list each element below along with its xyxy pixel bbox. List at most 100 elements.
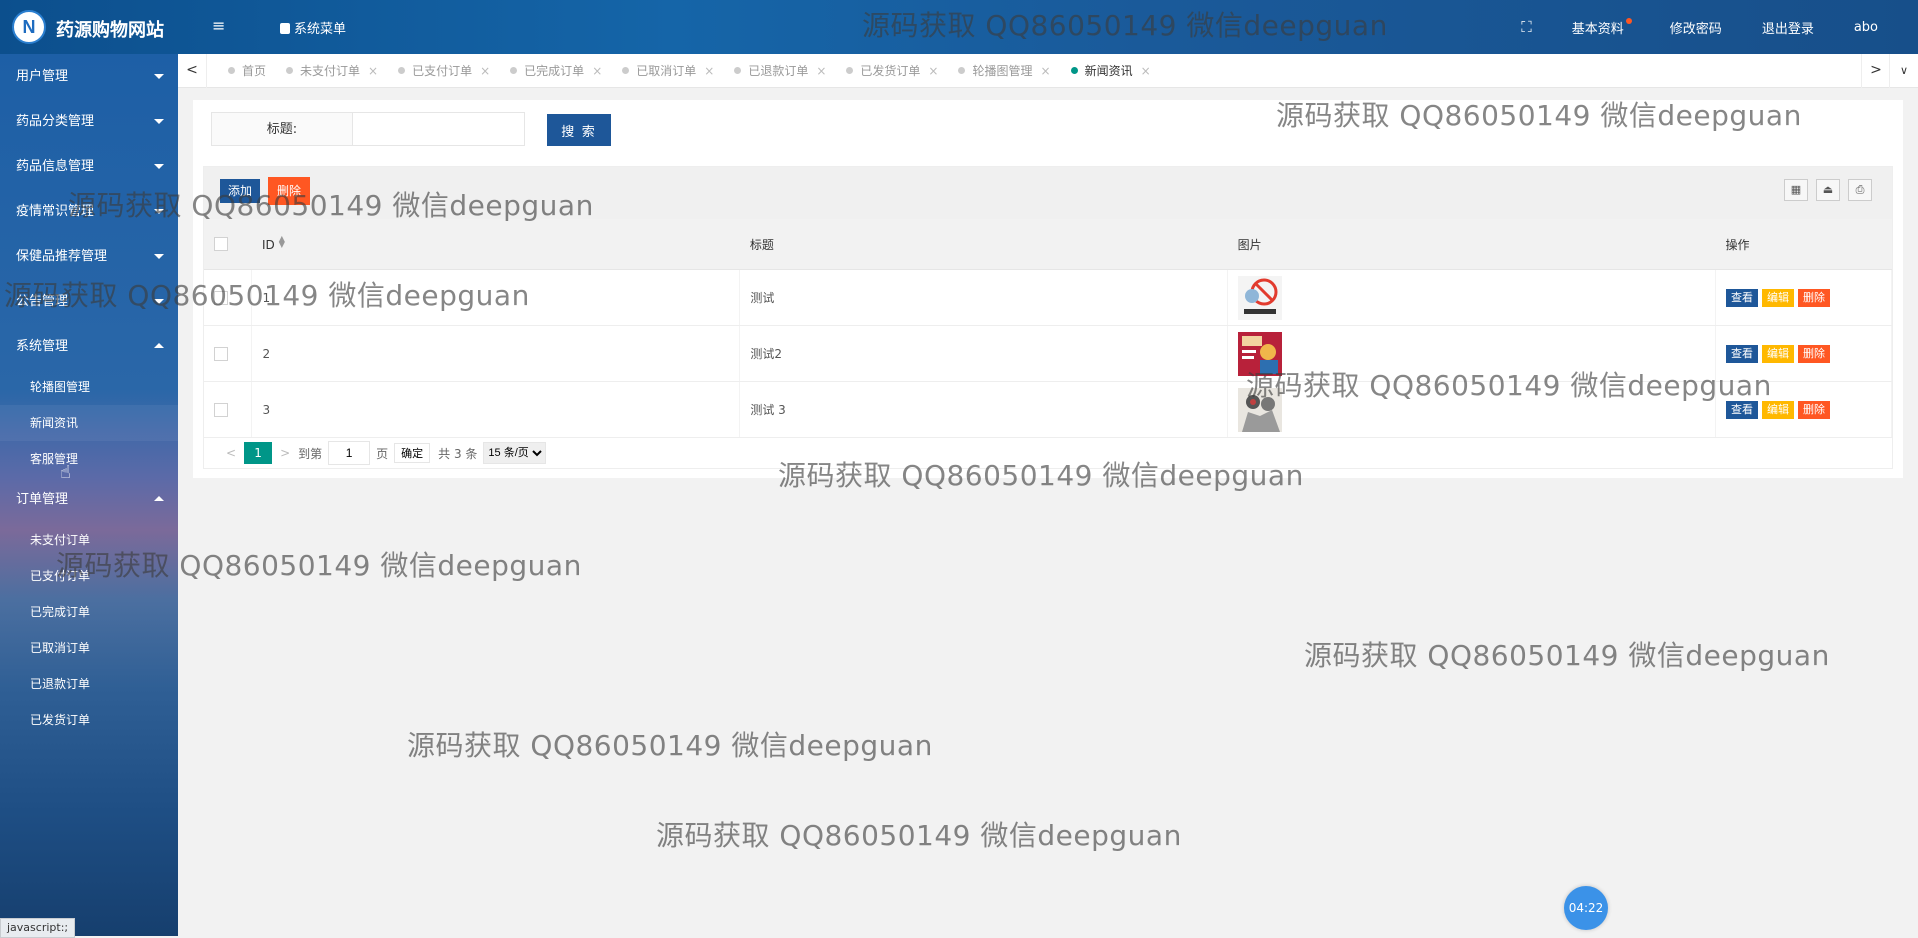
sidebar-item-system[interactable]: 系统管理 bbox=[0, 324, 178, 369]
username-label[interactable]: abo bbox=[1834, 20, 1918, 35]
table-header-row: ID ▲ ▼ 标题 图片 操作 bbox=[204, 219, 1892, 270]
tab-dot bbox=[510, 67, 518, 74]
timer-badge[interactable]: 04:22 bbox=[1564, 886, 1608, 930]
sidebar-item-unpaid-orders[interactable]: 未支付订单 bbox=[0, 522, 178, 558]
column-header-title: 标题 bbox=[739, 219, 1228, 270]
logo-icon: N bbox=[12, 10, 46, 44]
prev-page-icon[interactable]: < bbox=[226, 446, 236, 460]
tab-dot bbox=[958, 67, 966, 74]
chevron-down-icon bbox=[154, 164, 164, 169]
close-icon[interactable]: × bbox=[368, 64, 378, 78]
sidebar-item-drug-categories[interactable]: 药品分类管理 bbox=[0, 99, 178, 144]
row-select-cell bbox=[204, 269, 253, 326]
page-size-select[interactable]: 15 条/页 bbox=[483, 442, 547, 464]
current-page-button[interactable]: 1 bbox=[244, 442, 273, 464]
tab-shipped-orders[interactable]: 已发货订单 × bbox=[836, 54, 948, 88]
columns-icon[interactable]: ▦ bbox=[1784, 179, 1808, 201]
row-checkbox[interactable] bbox=[214, 290, 228, 305]
system-menu-button[interactable]: 系统菜单 bbox=[280, 18, 346, 37]
sidebar-item-paid-orders[interactable]: 已支付订单 bbox=[0, 558, 178, 594]
view-button[interactable]: 查看 bbox=[1726, 288, 1759, 307]
tab-news[interactable]: 新闻资讯 × bbox=[1061, 54, 1161, 88]
logout-link[interactable]: 退出登录 bbox=[1742, 18, 1834, 37]
search-button[interactable]: 搜 索 bbox=[547, 114, 611, 146]
tab-completed-orders[interactable]: 已完成订单 × bbox=[500, 54, 612, 88]
news-thumbnail-image[interactable] bbox=[1238, 275, 1283, 320]
add-button[interactable]: 添加 bbox=[220, 179, 261, 203]
row-delete-button[interactable]: 删除 bbox=[1798, 400, 1831, 419]
tabs-prev-button[interactable]: < bbox=[178, 54, 207, 88]
column-header-id[interactable]: ID ▲ ▼ bbox=[251, 219, 740, 270]
print-icon[interactable]: ⎙ bbox=[1848, 179, 1872, 201]
close-icon[interactable]: × bbox=[928, 64, 938, 78]
edit-button[interactable]: 编辑 bbox=[1762, 344, 1795, 363]
close-icon[interactable]: × bbox=[816, 64, 826, 78]
row-delete-button[interactable]: 删除 bbox=[1798, 288, 1831, 307]
sidebar-item-health-products[interactable]: 保健品推荐管理 bbox=[0, 234, 178, 279]
sidebar-item-orders[interactable]: 订单管理 bbox=[0, 477, 178, 522]
tab-dot bbox=[286, 67, 294, 74]
tabs-next-button[interactable]: > bbox=[1861, 54, 1890, 88]
cell-image bbox=[1227, 269, 1717, 326]
edit-button[interactable]: 编辑 bbox=[1762, 288, 1795, 307]
chevron-down-icon bbox=[154, 119, 164, 124]
sidebar-item-refunded-orders[interactable]: 已退款订单 bbox=[0, 666, 178, 702]
cell-id: 3 bbox=[251, 381, 741, 438]
menu-toggle-icon[interactable]: ≡ bbox=[212, 16, 225, 35]
sidebar-item-customer-service[interactable]: 客服管理 bbox=[0, 441, 178, 477]
column-header-image: 图片 bbox=[1227, 219, 1716, 270]
tab-paid-orders[interactable]: 已支付订单 × bbox=[388, 54, 500, 88]
row-checkbox[interactable] bbox=[214, 346, 228, 361]
select-all-checkbox[interactable] bbox=[214, 237, 228, 252]
table-row: 2 测试2 查看 编辑 删除 bbox=[204, 325, 1892, 382]
tab-home[interactable]: 首页 bbox=[218, 54, 276, 88]
goto-page-input[interactable] bbox=[328, 441, 371, 465]
tab-cancelled-orders[interactable]: 已取消订单 × bbox=[612, 54, 724, 88]
news-thumbnail-image[interactable] bbox=[1238, 331, 1283, 376]
change-password-link[interactable]: 修改密码 bbox=[1650, 18, 1742, 37]
fullscreen-icon[interactable]: ⛶ bbox=[1501, 18, 1552, 36]
close-icon[interactable]: × bbox=[1041, 64, 1051, 78]
search-title-input[interactable] bbox=[352, 112, 525, 146]
cell-actions: 查看 编辑 删除 bbox=[1715, 381, 1892, 438]
sidebar-item-announcements[interactable]: 公告管理 bbox=[0, 279, 178, 324]
sidebar-item-drug-info[interactable]: 药品信息管理 bbox=[0, 144, 178, 189]
chevron-down-icon bbox=[154, 209, 164, 214]
tab-refunded-orders[interactable]: 已退款订单 × bbox=[724, 54, 836, 88]
news-table: ID ▲ ▼ 标题 图片 操作 1 测试 查看 编辑 删除 2 测试2 查看 编… bbox=[204, 219, 1892, 438]
tab-dot bbox=[228, 67, 235, 74]
sidebar-item-carousel[interactable]: 轮播图管理 bbox=[0, 369, 178, 405]
tabs-bar: < 首页 未支付订单 × 已支付订单 × 已完成订单 × 已取消订单 × 已退款订单 × … bbox=[178, 54, 1918, 88]
row-delete-button[interactable]: 删除 bbox=[1798, 344, 1831, 363]
chevron-up-icon bbox=[154, 496, 164, 501]
notification-dot bbox=[1625, 18, 1632, 24]
goto-confirm-button[interactable]: 确定 bbox=[394, 443, 431, 463]
tab-dot bbox=[734, 67, 742, 74]
sidebar-item-news[interactable]: 新闻资讯 bbox=[0, 405, 178, 441]
sidebar-item-cancelled-orders[interactable]: 已取消订单 bbox=[0, 630, 178, 666]
close-icon[interactable]: × bbox=[1141, 64, 1151, 78]
next-page-icon[interactable]: > bbox=[280, 446, 290, 460]
tab-unpaid-orders[interactable]: 未支付订单 × bbox=[276, 54, 388, 88]
delete-button[interactable]: 删除 bbox=[268, 177, 311, 205]
sidebar-item-users[interactable]: 用户管理 bbox=[0, 54, 178, 99]
tab-carousel[interactable]: 轮播图管理 × bbox=[948, 54, 1060, 88]
sidebar-item-shipped-orders[interactable]: 已发货订单 bbox=[0, 702, 178, 738]
export-icon[interactable]: ⏏ bbox=[1816, 179, 1840, 201]
view-button[interactable]: 查看 bbox=[1726, 344, 1759, 363]
chevron-down-icon bbox=[154, 74, 164, 79]
sidebar-item-epidemic[interactable]: 疫情常识管理 bbox=[0, 189, 178, 234]
cell-id: 1 bbox=[251, 269, 741, 326]
news-thumbnail-image[interactable] bbox=[1238, 387, 1283, 432]
view-button[interactable]: 查看 bbox=[1726, 400, 1759, 419]
chevron-up-icon bbox=[154, 343, 164, 348]
sidebar-item-completed-orders[interactable]: 已完成订单 bbox=[0, 594, 178, 630]
sort-icon[interactable]: ▲ ▼ bbox=[279, 235, 285, 249]
edit-button[interactable]: 编辑 bbox=[1762, 400, 1795, 419]
row-select-cell bbox=[204, 381, 253, 438]
row-checkbox[interactable] bbox=[214, 402, 228, 417]
close-icon[interactable]: × bbox=[704, 64, 714, 78]
close-icon[interactable]: × bbox=[480, 64, 490, 78]
tabs-more-button[interactable]: ∨ bbox=[1889, 54, 1918, 88]
close-icon[interactable]: × bbox=[592, 64, 602, 78]
